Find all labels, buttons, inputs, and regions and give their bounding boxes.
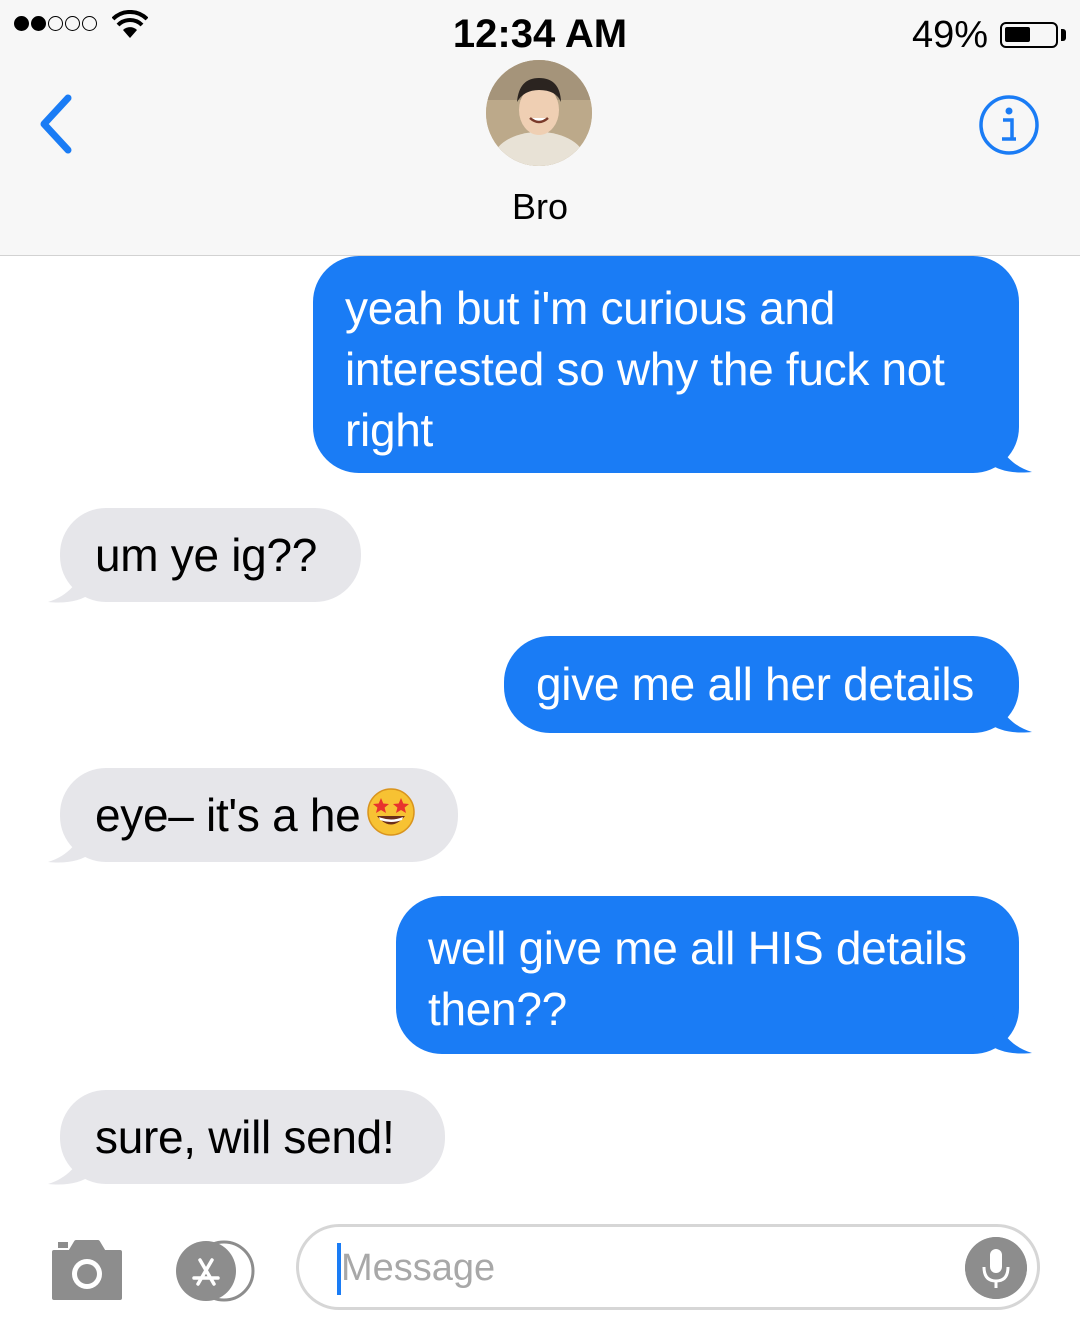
contact-name[interactable]: Bro xyxy=(0,186,1080,228)
star-struck-emoji-icon xyxy=(367,788,416,836)
sent-message-bubble[interactable]: well give me all HIS details then?? xyxy=(396,896,1019,1054)
contact-avatar[interactable] xyxy=(486,60,592,166)
message-line: um ye ig?? xyxy=(95,529,318,581)
bubble-tail xyxy=(990,428,1032,473)
message-line: sure, will send! xyxy=(95,1111,395,1163)
message-placeholder: Message xyxy=(341,1247,496,1289)
message-line: yeah but i'm curious and xyxy=(345,282,835,334)
received-message-bubble[interactable]: um ye ig?? xyxy=(60,508,361,602)
microphone-button[interactable] xyxy=(965,1237,1027,1299)
bubble-tail xyxy=(990,1009,1032,1054)
battery-percentage: 49% xyxy=(911,14,988,56)
bubble-tail xyxy=(48,1140,90,1185)
compose-bar: Message xyxy=(0,1210,1080,1323)
sent-message-bubble[interactable]: yeah but i'm curious and interested so w… xyxy=(313,256,1019,473)
message-text: eye– it's a he xyxy=(95,789,361,841)
bubble-tail xyxy=(990,688,1032,733)
info-button[interactable] xyxy=(978,94,1040,156)
message-line: eye– it's a he xyxy=(95,785,458,846)
message-line: well give me all HIS details xyxy=(428,922,967,974)
conversation-header: 12:34 AM 49% Bro xyxy=(0,0,1080,256)
sent-message-bubble[interactable]: give me all her details xyxy=(504,636,1019,733)
message-input[interactable]: Message xyxy=(296,1224,1040,1310)
camera-button[interactable] xyxy=(50,1238,124,1302)
bubble-tail xyxy=(48,558,90,603)
message-line: right xyxy=(345,404,433,456)
received-message-bubble[interactable]: eye– it's a he xyxy=(60,768,458,862)
message-line: then?? xyxy=(428,983,567,1035)
app-store-button[interactable] xyxy=(172,1240,258,1302)
back-button[interactable] xyxy=(30,90,90,160)
received-message-bubble[interactable]: sure, will send! xyxy=(60,1090,445,1184)
message-line: interested so why the fuck not xyxy=(345,343,945,395)
battery-icon xyxy=(1000,22,1058,48)
battery-cap xyxy=(1061,29,1066,41)
bubble-tail xyxy=(48,818,90,863)
message-line: give me all her details xyxy=(536,658,974,710)
